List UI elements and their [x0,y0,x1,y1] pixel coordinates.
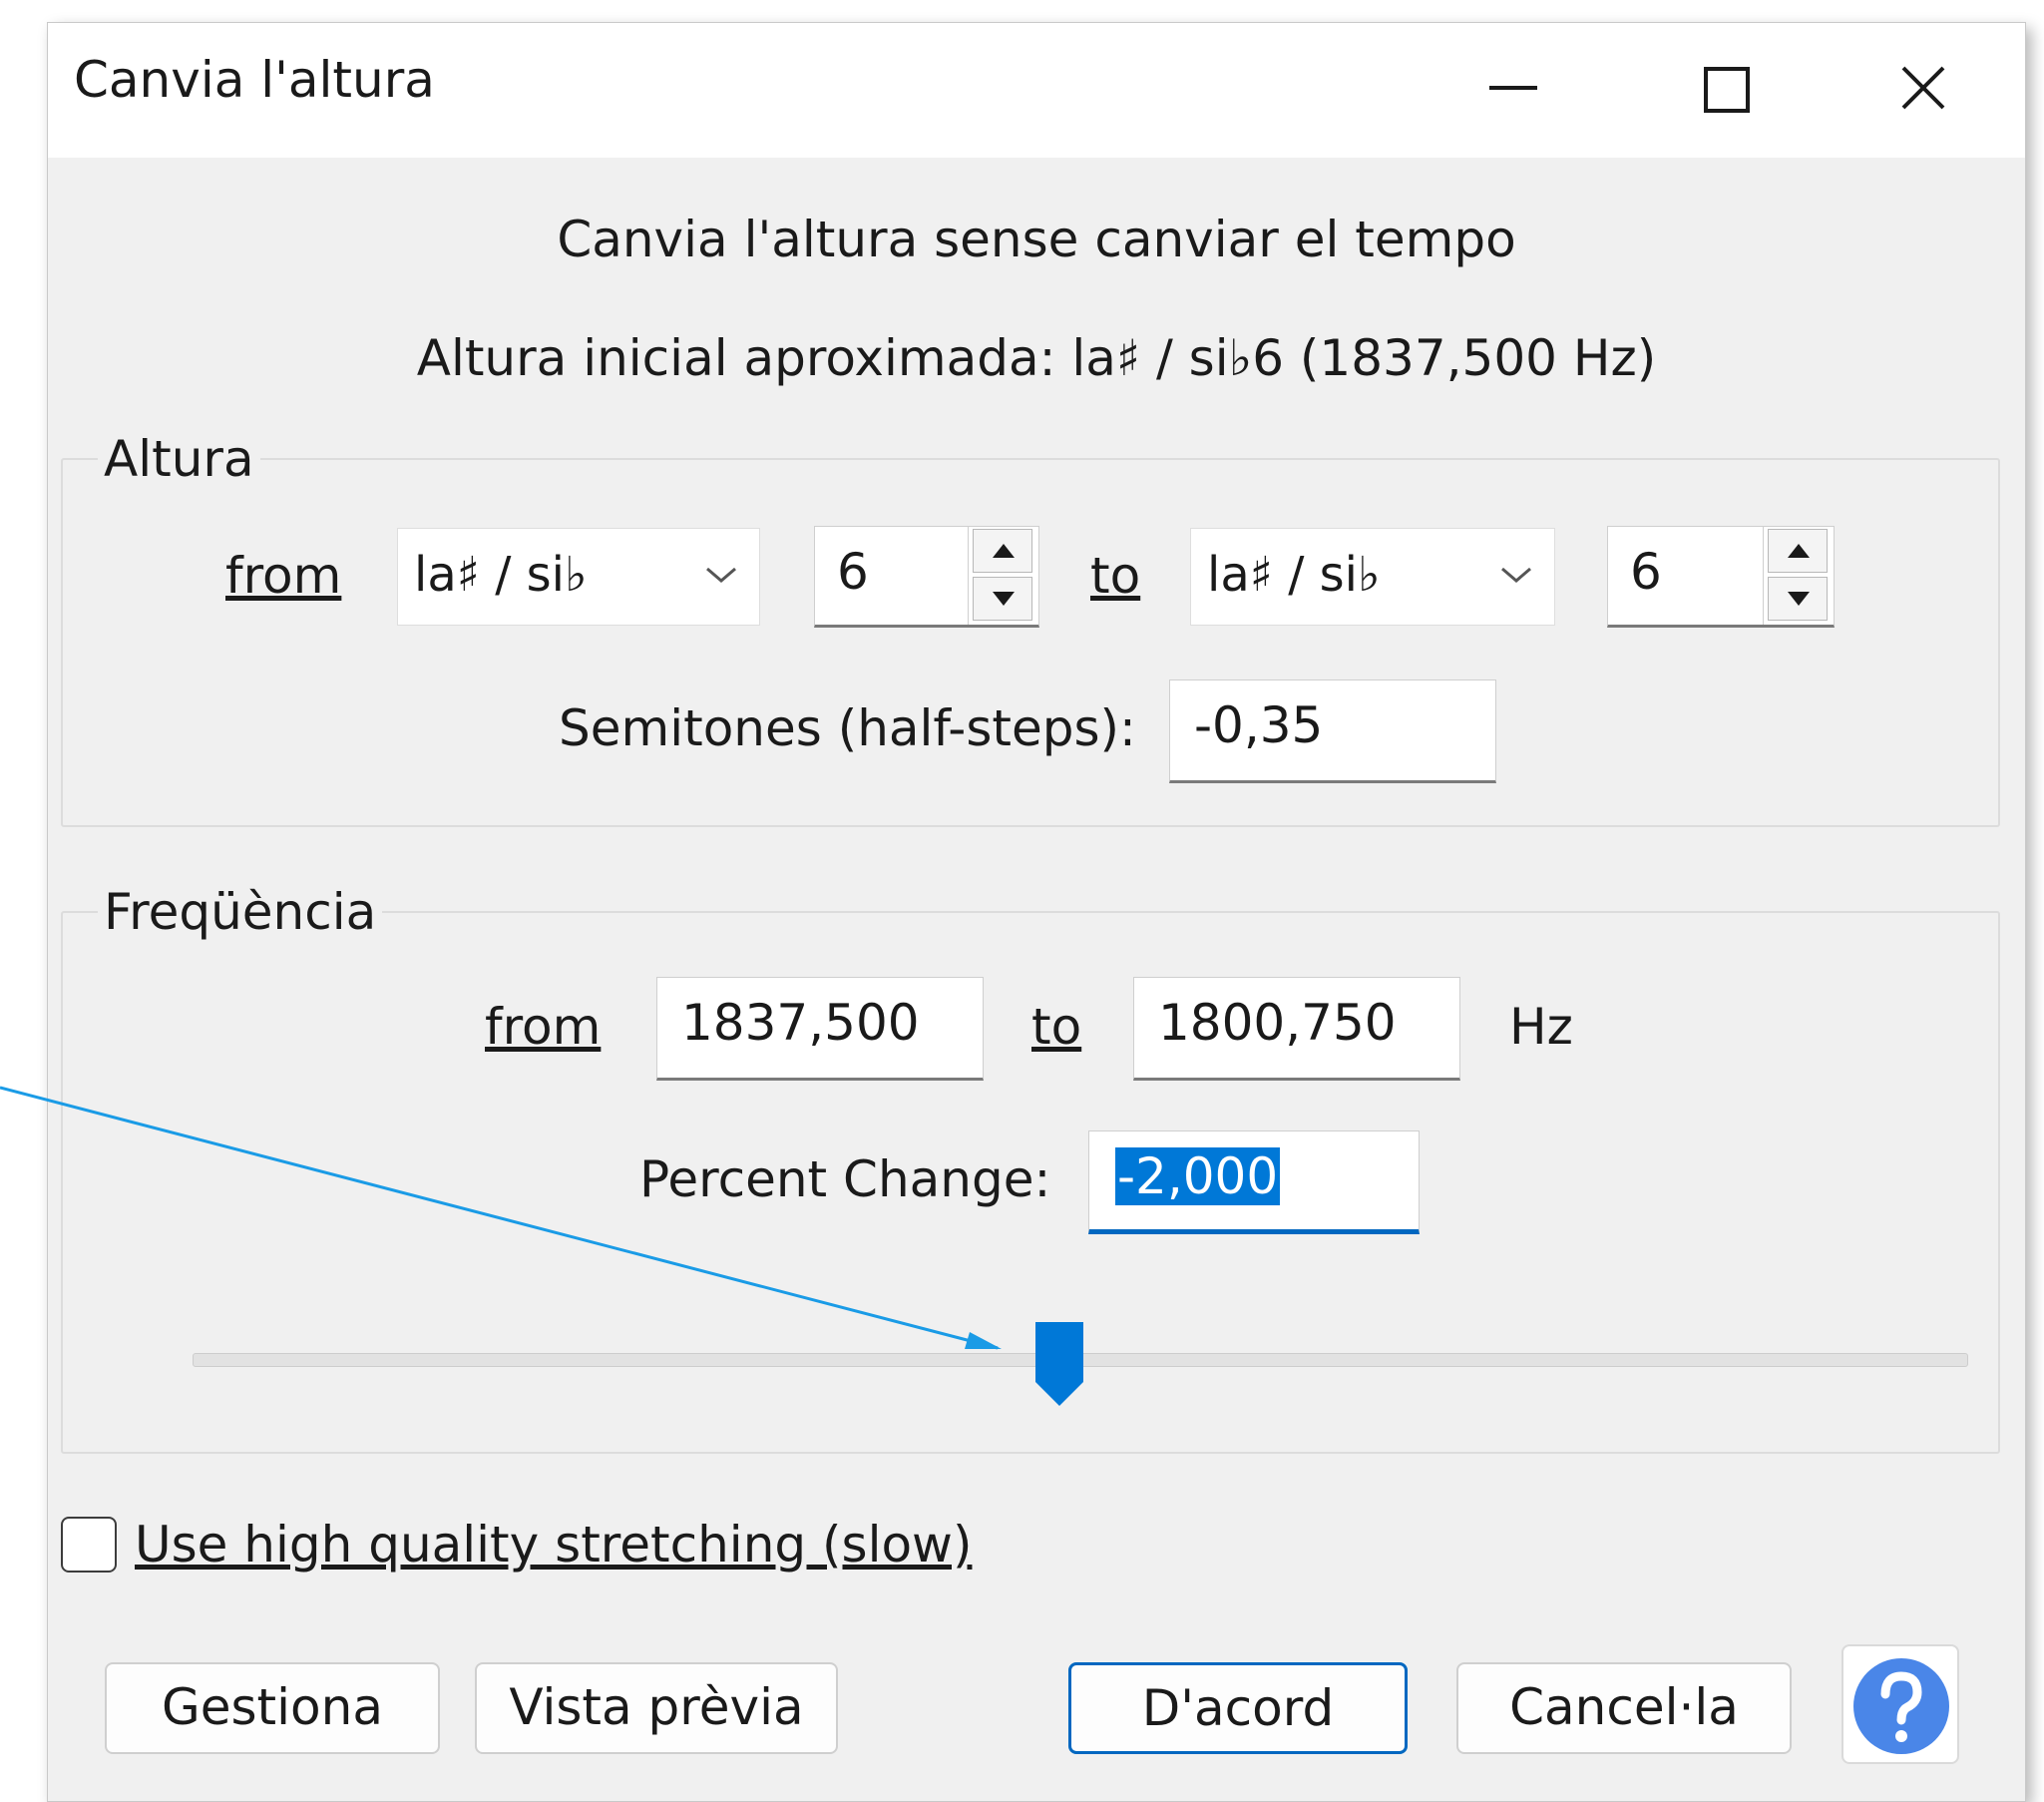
help-button[interactable] [1841,1644,1959,1764]
frequency-group-label: Freqüència [98,883,383,941]
triangle-up-icon [993,544,1015,558]
pitch-group-label: Altura [98,430,260,488]
high-quality-checkbox[interactable] [61,1517,117,1573]
cancel-button[interactable]: Cancel·la [1456,1662,1792,1754]
change-pitch-dialog: Canvia l'altura Canvia l'altura sense ca… [47,22,2026,1802]
percent-change-input[interactable]: -2,000 [1088,1130,1420,1234]
preview-button[interactable]: Vista prèvia [475,1662,838,1754]
slider-thumb-icon [1035,1322,1083,1406]
pitch-group [61,458,2000,827]
title-bar: Canvia l'altura [48,23,2025,158]
to-octave-up-button[interactable] [1768,529,1828,573]
to-note-select[interactable]: la♯ / si♭ [1190,528,1555,626]
minimize-button[interactable] [1410,23,1614,158]
percent-change-label: Percent Change: [639,1150,1051,1208]
maximize-button[interactable] [1624,23,1829,158]
high-quality-label[interactable]: Use high quality stretching (slow) [135,1516,972,1574]
to-note-value: la♯ / si♭ [1207,547,1381,603]
semitones-value: -0,35 [1194,696,1324,754]
to-octave-stepper[interactable]: 6 [1607,526,1835,628]
from-octave-stepper[interactable]: 6 [814,526,1039,628]
semitones-label: Semitones (half-steps): [559,699,1136,757]
frequency-unit: Hz [1509,998,1573,1056]
semitones-input[interactable]: -0,35 [1169,679,1496,783]
frequency-to-value: 1800,750 [1158,994,1397,1052]
maximize-icon [1704,67,1750,113]
high-quality-label-text: Use high quality stretching (slow) [135,1516,973,1574]
ok-button[interactable]: D'acord [1068,1662,1408,1754]
pitch-from-label: from [225,547,342,605]
from-note-value: la♯ / si♭ [414,547,588,603]
minimize-icon [1489,86,1537,90]
manage-button[interactable]: Gestiona [105,1662,440,1754]
to-octave-down-button[interactable] [1768,577,1828,621]
from-note-select[interactable]: la♯ / si♭ [397,528,760,626]
percent-change-slider-thumb[interactable] [1033,1318,1085,1408]
window-title: Canvia l'altura [74,51,435,109]
to-octave-value: 6 [1630,543,1662,601]
chevron-down-icon [706,567,736,583]
frequency-from-value: 1837,500 [681,994,920,1052]
triangle-down-icon [993,592,1015,606]
close-button[interactable] [1824,23,2028,158]
pitch-to-label: to [1090,547,1141,605]
frequency-from-input[interactable]: 1837,500 [656,977,984,1081]
triangle-up-icon [1788,544,1810,558]
frequency-from-label: from [485,998,602,1056]
from-octave-spin-buttons [968,527,1038,625]
initial-pitch-info: Altura inicial aproximada: la♯ / si♭6 (1… [416,329,1657,387]
frequency-to-input[interactable]: 1800,750 [1133,977,1460,1081]
dialog-heading: Canvia l'altura sense canviar el tempo [557,211,1516,268]
to-octave-spin-buttons [1763,527,1834,625]
percent-change-value: -2,000 [1115,1147,1281,1205]
close-icon [1901,66,1945,110]
help-icon [1853,1658,1949,1754]
frequency-to-label: to [1031,998,1082,1056]
from-octave-down-button[interactable] [973,577,1032,621]
triangle-down-icon [1788,592,1810,606]
chevron-down-icon [1501,567,1531,583]
from-octave-value: 6 [837,543,869,601]
from-octave-up-button[interactable] [973,529,1032,573]
